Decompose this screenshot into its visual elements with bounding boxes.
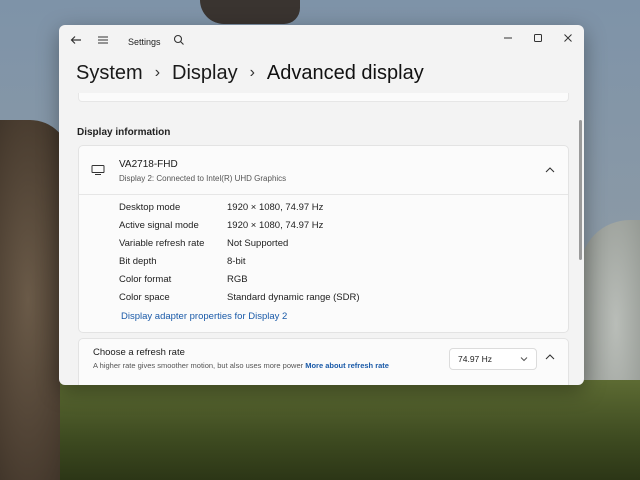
page-title: Advanced display — [266, 61, 424, 84]
refresh-rate-desc-text: A higher rate gives smoother motion, but… — [93, 361, 304, 370]
minimize-icon[interactable] — [501, 32, 515, 46]
property-label: Desktop mode — [119, 202, 181, 213]
chevron-up-icon[interactable] — [544, 165, 556, 175]
chevron-up-icon[interactable] — [544, 352, 556, 362]
hamburger-menu-icon[interactable] — [96, 34, 110, 48]
background-branch — [200, 0, 300, 24]
app-title: Settings — [128, 37, 161, 47]
property-value: RGB — [227, 274, 248, 285]
property-label: Active signal mode — [119, 220, 199, 231]
display-adapter-properties-link[interactable]: Display adapter properties for Display 2 — [121, 311, 287, 322]
display-info-card: VA2718-FHD Display 2: Connected to Intel… — [78, 145, 569, 333]
property-label: Color space — [119, 292, 170, 303]
display-info-header[interactable]: VA2718-FHD Display 2: Connected to Intel… — [79, 146, 568, 195]
property-value: 8-bit — [227, 256, 246, 267]
breadcrumb-system[interactable]: System — [76, 62, 143, 85]
refresh-rate-selected: 74.97 Hz — [458, 354, 493, 364]
refresh-rate-card: Choose a refresh rate A higher rate give… — [78, 338, 569, 385]
property-label: Color format — [119, 274, 172, 285]
scrollbar[interactable] — [579, 120, 582, 260]
display-name: VA2718-FHD — [119, 159, 178, 170]
back-arrow-icon[interactable] — [69, 34, 83, 48]
breadcrumb-display[interactable]: Display — [172, 62, 238, 85]
refresh-rate-description: A higher rate gives smoother motion, but… — [93, 360, 438, 371]
more-about-refresh-rate-link[interactable]: More about refresh rate — [305, 361, 389, 370]
property-label: Bit depth — [119, 256, 157, 267]
previous-card-edge — [78, 93, 569, 102]
property-label: Variable refresh rate — [119, 238, 205, 249]
display-subtitle: Display 2: Connected to Intel(R) UHD Gra… — [119, 174, 287, 183]
breadcrumb: System › Display › Advanced display — [76, 58, 424, 88]
close-icon[interactable] — [561, 32, 575, 46]
settings-window: Settings System › Display › Advanced dis… — [59, 25, 584, 385]
property-value: 1920 × 1080, 74.97 Hz — [227, 220, 324, 231]
section-title: Display information — [77, 127, 171, 138]
maximize-icon[interactable] — [531, 32, 545, 46]
property-value: 1920 × 1080, 74.97 Hz — [227, 202, 324, 213]
property-value: Not Supported — [227, 238, 289, 249]
property-value: Standard dynamic range (SDR) — [227, 292, 360, 303]
chevron-right-icon: › — [154, 64, 161, 81]
search-icon[interactable] — [172, 34, 186, 48]
refresh-rate-dropdown[interactable]: 74.97 Hz — [449, 348, 537, 370]
background-grass — [60, 380, 640, 480]
title-bar: Settings — [59, 25, 584, 57]
refresh-rate-title: Choose a refresh rate — [93, 347, 185, 358]
monitor-icon — [91, 165, 105, 175]
chevron-down-icon — [520, 357, 528, 362]
chevron-right-icon: › — [249, 64, 255, 81]
